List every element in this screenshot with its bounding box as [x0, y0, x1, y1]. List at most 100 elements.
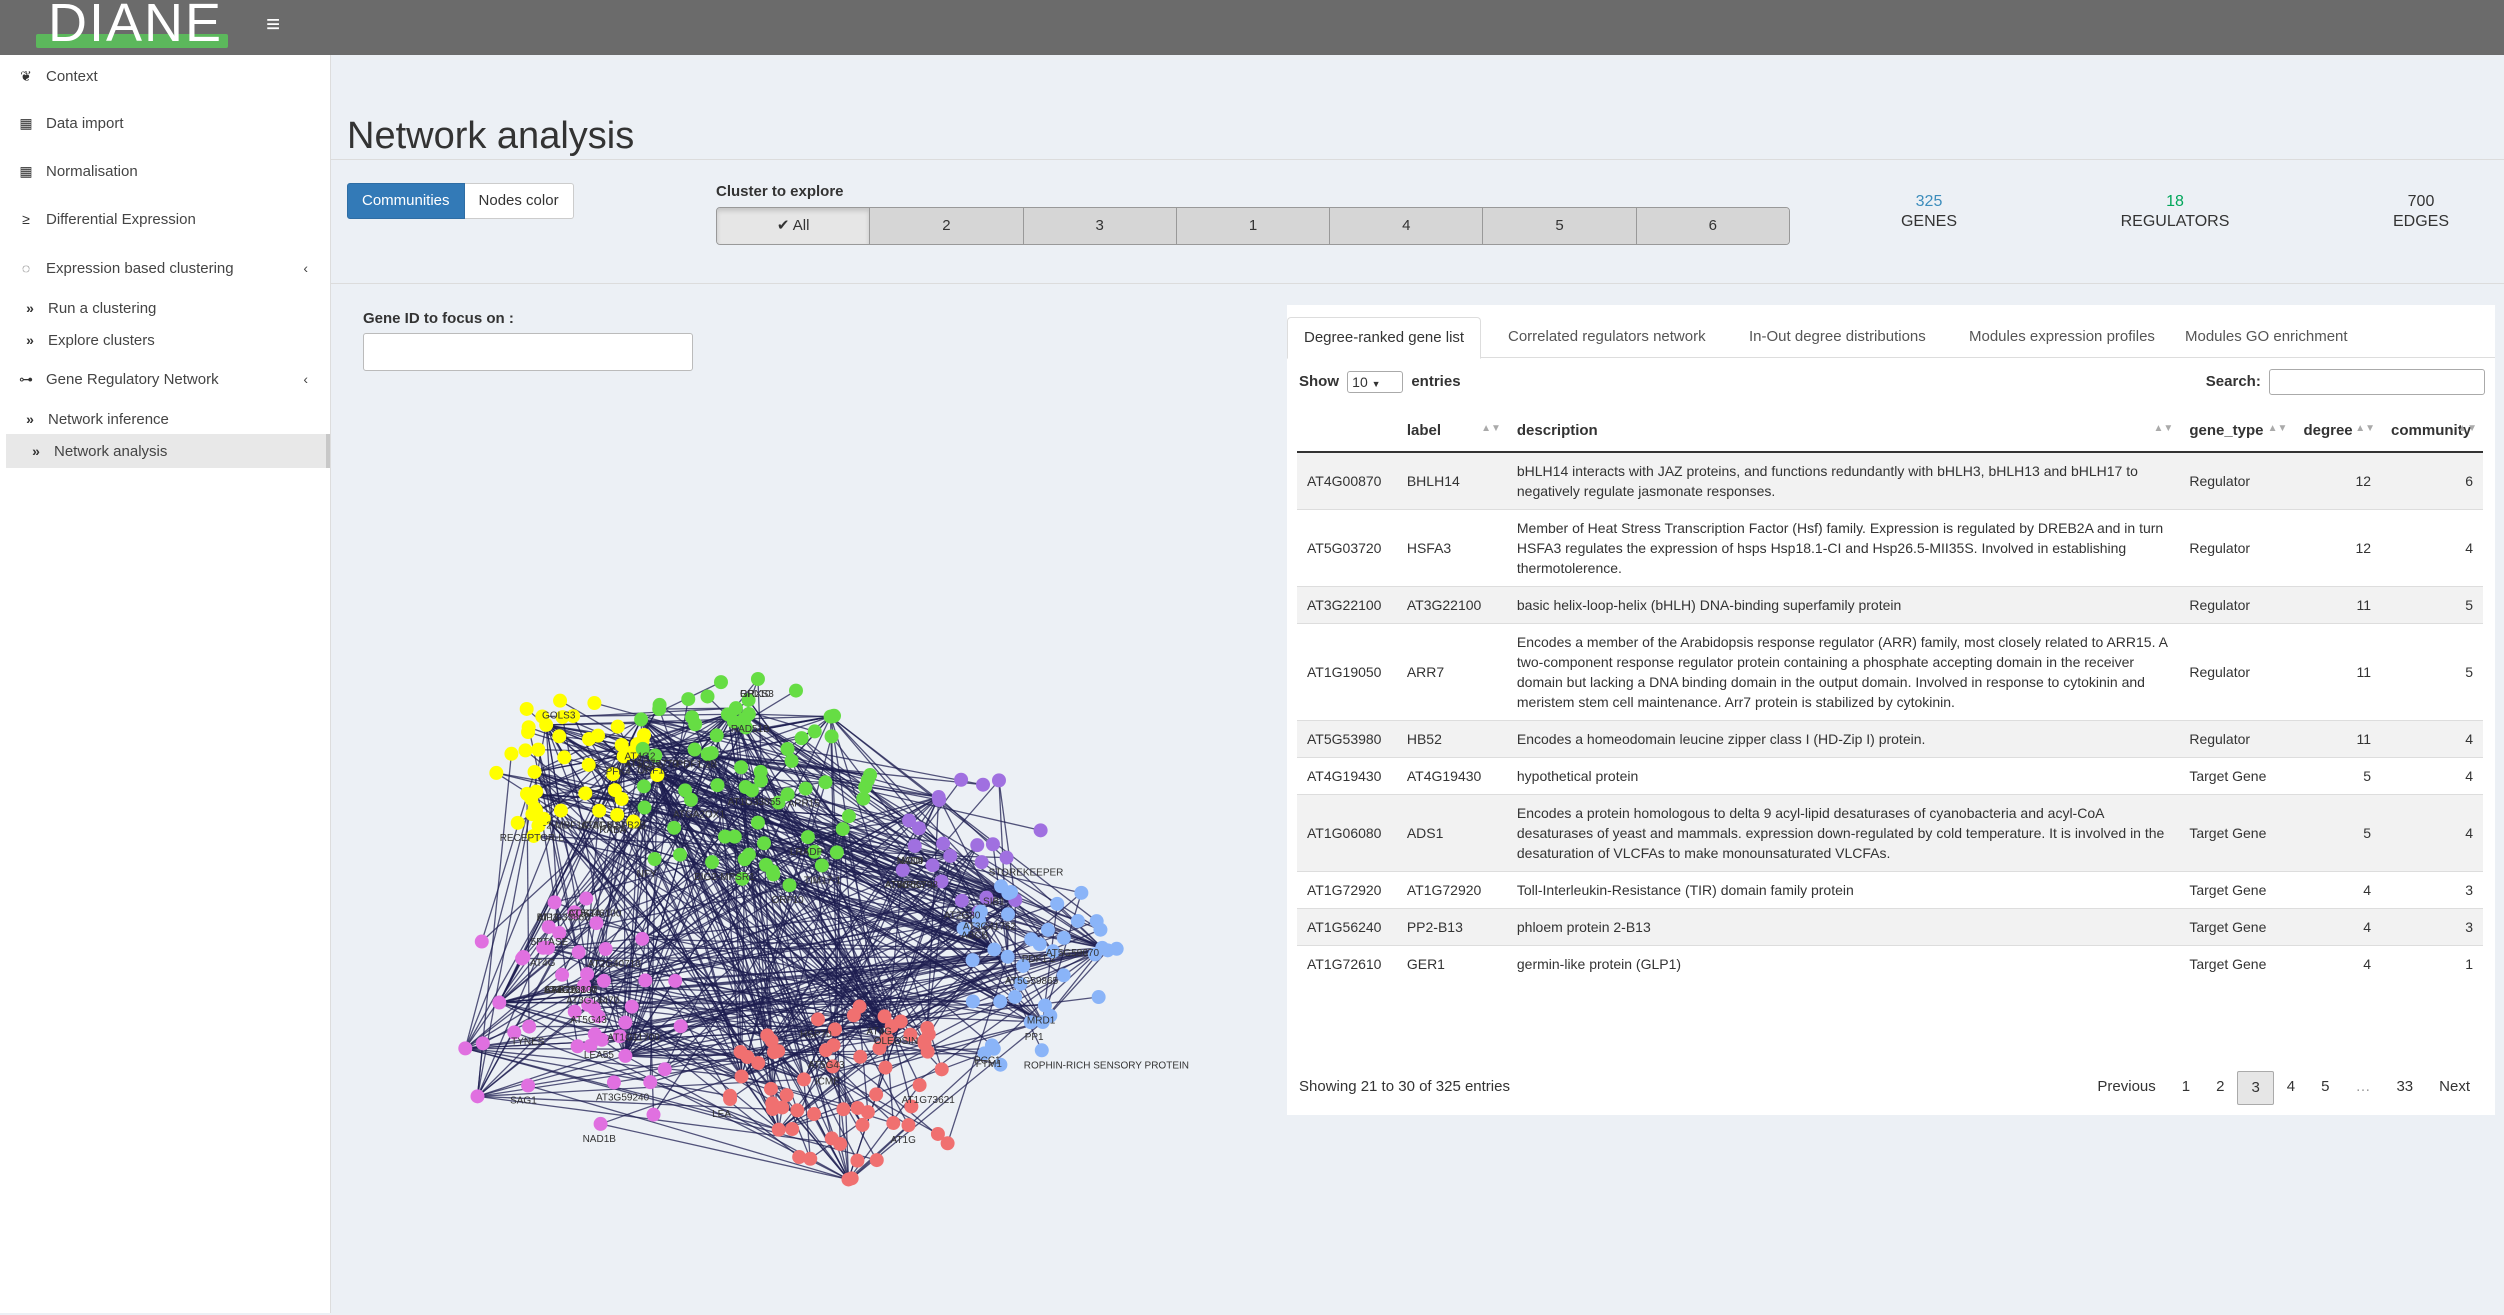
network-node[interactable]	[531, 743, 545, 757]
network-node[interactable]	[1024, 932, 1038, 946]
network-node[interactable]	[618, 1016, 632, 1030]
network-node[interactable]	[825, 729, 839, 743]
network-node[interactable]	[932, 790, 946, 804]
network-node[interactable]	[638, 973, 652, 987]
sidebar-item-gene-regulatory-network[interactable]: ⊶ Gene Regulatory Network ‹	[0, 362, 330, 396]
network-node[interactable]	[781, 742, 795, 756]
table-row[interactable]: AT1G72920AT1G72920Toll-Interleukin-Resis…	[1297, 872, 2483, 909]
network-node[interactable]	[870, 1153, 884, 1167]
network-node[interactable]	[688, 717, 702, 731]
network-node[interactable]	[976, 778, 990, 792]
network-node[interactable]	[830, 845, 844, 859]
network-node[interactable]	[833, 1137, 847, 1151]
network-node[interactable]	[557, 750, 571, 764]
network-node[interactable]	[554, 804, 568, 818]
sidebar-item-explore-clusters[interactable]: » Explore clusters	[0, 323, 330, 357]
network-node[interactable]	[824, 710, 838, 724]
network-node[interactable]	[842, 809, 856, 823]
network-node[interactable]	[966, 994, 980, 1008]
network-node[interactable]	[936, 837, 950, 851]
network-node[interactable]	[836, 822, 850, 836]
network-node[interactable]	[710, 728, 724, 742]
network-node[interactable]	[520, 702, 534, 716]
tab-in-out-degree-distributions[interactable]: In-Out degree distributions	[1733, 317, 1942, 357]
network-node[interactable]	[987, 1042, 1001, 1056]
pagination-page-2[interactable]: 2	[2203, 1071, 2237, 1103]
network-node[interactable]	[710, 778, 724, 792]
column-header-degree[interactable]: degree▲▼	[2293, 409, 2381, 452]
network-node[interactable]	[723, 1092, 737, 1106]
network-node[interactable]	[637, 728, 651, 742]
network-node[interactable]	[721, 707, 735, 721]
column-header-label[interactable]: label▲▼	[1397, 409, 1507, 452]
table-row[interactable]: AT1G56240PP2-B13phloem protein 2-B13Targ…	[1297, 909, 2483, 946]
network-node[interactable]	[597, 974, 611, 988]
network-node[interactable]	[856, 792, 870, 806]
network-node[interactable]	[855, 1118, 869, 1132]
network-node[interactable]	[643, 1075, 657, 1089]
network-node[interactable]	[799, 782, 813, 796]
network-node[interactable]	[684, 793, 698, 807]
network-node[interactable]	[795, 731, 809, 745]
app-logo[interactable]: DIANE	[36, 0, 228, 50]
network-node[interactable]	[975, 855, 989, 869]
network-node[interactable]	[782, 878, 796, 892]
network-node[interactable]	[943, 849, 957, 863]
network-node[interactable]	[790, 1103, 804, 1117]
network-node[interactable]	[1000, 851, 1014, 865]
cluster-5-button[interactable]: 5	[1483, 208, 1636, 244]
pagination-previous[interactable]: Previous	[2084, 1071, 2168, 1103]
network-node[interactable]	[489, 766, 503, 780]
network-node[interactable]	[792, 1150, 806, 1164]
network-node[interactable]	[522, 1020, 536, 1034]
network-node[interactable]	[718, 830, 732, 844]
sidebar-item-normalisation[interactable]: ▦ Normalisation	[0, 154, 330, 188]
table-row[interactable]: AT1G06080ADS1Encodes a protein homologou…	[1297, 795, 2483, 872]
network-node[interactable]	[785, 1122, 799, 1136]
pagination-page-4[interactable]: 4	[2274, 1071, 2308, 1103]
network-node[interactable]	[1071, 914, 1085, 928]
column-header-id[interactable]	[1297, 409, 1397, 452]
pagination-page-33[interactable]: 33	[2383, 1071, 2426, 1103]
network-node[interactable]	[751, 672, 765, 686]
table-row[interactable]: AT4G19430AT4G19430hypothetical proteinTa…	[1297, 758, 2483, 795]
network-node[interactable]	[863, 768, 877, 782]
network-node[interactable]	[921, 1045, 935, 1059]
sidebar-item-differential-expression[interactable]: ≥ Differential Expression	[0, 202, 330, 236]
network-node[interactable]	[524, 792, 538, 806]
tab-correlated-regulators-network[interactable]: Correlated regulators network	[1492, 317, 1722, 357]
network-node[interactable]	[970, 838, 984, 852]
network-node[interactable]	[674, 1019, 688, 1033]
network-node[interactable]	[772, 1123, 786, 1137]
network-node[interactable]	[955, 894, 969, 908]
network-node[interactable]	[1090, 914, 1104, 928]
sidebar-item-data-import[interactable]: ▦ Data import	[0, 106, 330, 140]
network-node[interactable]	[638, 801, 652, 815]
tab-modules-expression-profiles[interactable]: Modules expression profiles	[1953, 317, 2171, 357]
cluster-1-button[interactable]: 1	[1177, 208, 1330, 244]
network-node[interactable]	[521, 1079, 535, 1093]
network-node[interactable]	[797, 1072, 811, 1086]
column-header-gene-type[interactable]: gene_type▲▼	[2179, 409, 2293, 452]
network-node[interactable]	[780, 1088, 794, 1102]
pagination-page-1[interactable]: 1	[2169, 1071, 2203, 1103]
network-node[interactable]	[572, 945, 586, 959]
network-node[interactable]	[986, 837, 1000, 851]
network-node[interactable]	[668, 974, 682, 988]
network-node[interactable]	[850, 1154, 864, 1168]
network-node[interactable]	[785, 754, 799, 768]
network-node[interactable]	[1035, 1043, 1049, 1057]
network-node[interactable]	[492, 996, 506, 1010]
network-node[interactable]	[471, 1089, 485, 1103]
network-node[interactable]	[954, 773, 968, 787]
network-node[interactable]	[637, 779, 651, 793]
network-node[interactable]	[599, 942, 613, 956]
network-node[interactable]	[625, 1000, 639, 1014]
nodes-color-button[interactable]: Nodes color	[465, 183, 574, 219]
network-node[interactable]	[738, 852, 752, 866]
network-node[interactable]	[705, 746, 719, 760]
network-node[interactable]	[1074, 886, 1088, 900]
network-node[interactable]	[992, 773, 1006, 787]
network-node[interactable]	[552, 729, 566, 743]
network-node[interactable]	[987, 942, 1001, 956]
